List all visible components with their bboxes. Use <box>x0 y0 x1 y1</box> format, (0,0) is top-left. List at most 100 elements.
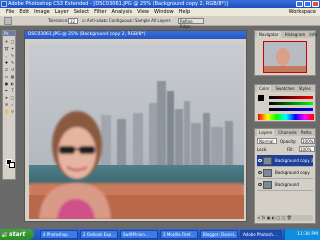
type-tool-icon[interactable]: T <box>10 88 15 93</box>
red-slider[interactable] <box>269 96 313 99</box>
crop-tool-icon[interactable]: ⌞ <box>4 53 9 58</box>
layer-row[interactable]: Background <box>257 179 313 191</box>
layer-row[interactable]: Background copy 2 <box>257 155 314 167</box>
visibility-eye-icon[interactable] <box>258 159 262 162</box>
eraser-tool-icon[interactable]: ▭ <box>4 74 9 79</box>
navigator-thumbnail[interactable] <box>263 41 307 73</box>
menu-help[interactable]: Help <box>179 8 190 16</box>
fill-input[interactable]: 100% <box>299 146 315 152</box>
taskbar-item[interactable]: 4 Photoshop <box>40 230 78 239</box>
options-bar: Tolerance: 32 ☑ Anti-alias ☑ Contiguous … <box>0 16 320 29</box>
new-layer-icon[interactable]: ▢ <box>282 215 286 220</box>
tab-color[interactable]: Color <box>257 85 272 92</box>
blue-slider[interactable] <box>269 108 313 111</box>
healing-brush-icon[interactable]: ✚ <box>4 60 9 65</box>
tab-swatches[interactable]: Swatches <box>275 85 294 92</box>
minimize-button[interactable] <box>296 1 303 7</box>
visibility-eye-icon[interactable] <box>258 171 262 174</box>
history-brush-icon[interactable]: ↺ <box>10 67 15 72</box>
eyedropper-tool-icon[interactable]: ✓ <box>10 102 15 107</box>
fx-icon[interactable]: fx <box>262 215 266 220</box>
path-selection-icon[interactable]: ➤ <box>4 95 9 100</box>
opacity-label: Opacity: <box>280 139 297 144</box>
start-label: start <box>9 231 26 238</box>
sample-all-layers-checkbox[interactable]: ☐ Sample All Layers <box>130 16 171 26</box>
taskbar-item-active[interactable]: Adobe Photosh... <box>240 230 282 239</box>
lock-label: Lock: <box>257 147 268 152</box>
tab-histogram[interactable]: Histogram <box>285 31 306 38</box>
trash-icon[interactable]: 🗑 <box>287 215 292 220</box>
taskbar-item[interactable]: 2 Outlook Exp... <box>80 230 118 239</box>
sample-all-layers-label: Sample All Layers <box>134 18 171 23</box>
contiguous-checkbox[interactable]: ☑ Contiguous <box>104 16 131 26</box>
close-button[interactable] <box>312 1 319 7</box>
windows-flag-icon <box>2 232 7 237</box>
dodge-tool-icon[interactable]: ◐ <box>10 81 15 86</box>
tab-layers[interactable]: Layers <box>257 129 275 136</box>
tab-paths[interactable]: Paths <box>301 129 312 136</box>
blend-mode-select[interactable]: Normal <box>257 138 277 144</box>
start-button[interactable]: start <box>0 229 34 240</box>
pen-tool-icon[interactable]: ✒ <box>4 88 9 93</box>
tab-navigator[interactable]: Navigator <box>257 31 281 38</box>
menu-edit[interactable]: Edit <box>19 8 29 16</box>
mask-icon[interactable]: ▣ <box>267 215 271 220</box>
tab-channels[interactable]: Channels <box>278 129 297 136</box>
layer-name: Background copy 2 <box>275 158 314 163</box>
menu-view[interactable]: View <box>137 8 149 16</box>
toolbox-header: Ps <box>3 31 15 36</box>
link-layers-icon[interactable]: ∞ <box>257 215 260 220</box>
layers-panel: Layers Channels Paths Normal Opacity: 10… <box>254 128 316 224</box>
menu-file[interactable]: File <box>6 8 14 16</box>
slice-tool-icon[interactable]: ✎ <box>10 53 15 58</box>
color-fg-chip[interactable] <box>258 95 264 101</box>
window-title: Adobe Photoshop CS3 Extended - [DSC03061… <box>8 1 228 7</box>
taskbar-item[interactable]: Blogger: Daniel... <box>200 230 238 239</box>
marquee-tool-icon[interactable]: □ <box>10 39 15 44</box>
adjustment-icon[interactable]: ◐ <box>272 215 276 220</box>
menu-layer[interactable]: Layer <box>55 8 69 16</box>
move-tool-icon[interactable]: ✛ <box>4 39 9 44</box>
shape-tool-icon[interactable]: □ <box>10 95 15 100</box>
layers-tabs: Layers Channels Paths <box>255 129 315 136</box>
magic-wand-icon[interactable]: ✦ <box>10 46 15 51</box>
layer-name: Background copy <box>275 170 310 175</box>
workspace-button[interactable]: Workspace <box>289 8 316 16</box>
magic-wand-tool-icon[interactable] <box>4 17 12 25</box>
layer-row[interactable]: Background copy <box>257 167 313 179</box>
new-group-icon[interactable]: □ <box>277 215 281 220</box>
tolerance-input[interactable]: 32 <box>68 18 78 24</box>
maximize-button[interactable] <box>304 1 311 7</box>
clone-stamp-icon[interactable]: ⎋ <box>4 67 9 72</box>
green-slider[interactable] <box>269 102 313 105</box>
opacity-input[interactable]: 100% <box>301 138 315 144</box>
refine-edge-button[interactable]: Refine Edge... <box>178 18 204 29</box>
brush-tool-icon[interactable]: ✎ <box>10 60 15 65</box>
clock: 11:36 PM <box>297 232 318 237</box>
color-spectrum-bar[interactable] <box>258 114 314 120</box>
visibility-eye-icon[interactable] <box>258 183 262 186</box>
blur-tool-icon[interactable]: ● <box>4 81 9 86</box>
hand-tool-icon[interactable]: ✋ <box>4 109 9 114</box>
menu-filter[interactable]: Filter <box>94 8 106 16</box>
taskbar-item[interactable]: 3 Mozilla Firef... <box>160 230 198 239</box>
zoom-tool-icon[interactable]: ⚲ <box>10 109 15 114</box>
gradient-tool-icon[interactable]: ▦ <box>10 74 15 79</box>
tab-info[interactable]: Info <box>309 31 317 38</box>
lasso-tool-icon[interactable]: ➰ <box>4 46 9 51</box>
navigator-panel: Navigator Histogram Info <box>254 30 317 76</box>
anti-alias-checkbox[interactable]: ☑ Anti-alias <box>82 16 105 26</box>
navigator-tabs: Navigator Histogram Info <box>255 31 317 38</box>
taskbar-item[interactable]: SwiftPinion... <box>120 230 158 239</box>
menu-select[interactable]: Select <box>74 8 89 16</box>
menu-window[interactable]: Window <box>154 8 174 16</box>
anti-alias-label: Anti-alias <box>86 18 106 23</box>
background-color-swatch[interactable] <box>9 162 15 168</box>
layers-footer: ∞ fx ▣ ◐ □ ▢ 🗑 <box>257 215 313 221</box>
menu-image[interactable]: Image <box>34 8 50 16</box>
tab-styles[interactable]: Styles <box>299 85 311 92</box>
image-canvas[interactable] <box>29 43 244 219</box>
color-panel: Color Swatches Styles <box>254 84 316 122</box>
menu-analysis[interactable]: Analysis <box>112 8 133 16</box>
notes-tool-icon[interactable]: ✉ <box>4 102 9 107</box>
